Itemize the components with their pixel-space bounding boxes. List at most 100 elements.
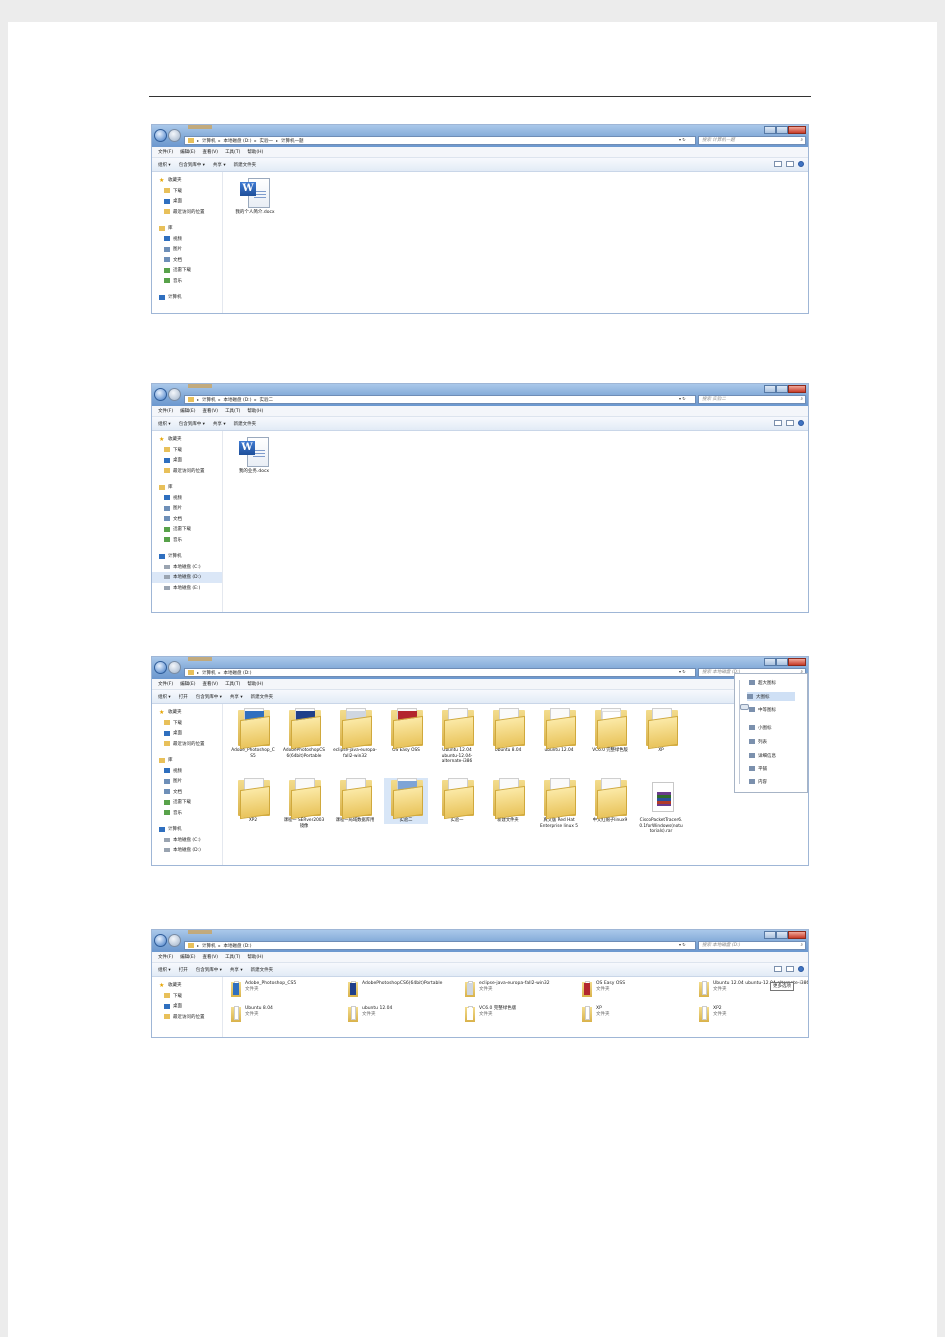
nav-item[interactable]: 文档 bbox=[152, 255, 222, 266]
view-menu-item[interactable]: 平铺 bbox=[749, 764, 767, 773]
minimize-button[interactable] bbox=[764, 931, 776, 939]
menu-item[interactable]: 工具(T) bbox=[225, 408, 240, 414]
view-menu-item[interactable]: 大图标 bbox=[747, 692, 795, 701]
toolbar-button[interactable]: 组织 ▾ bbox=[158, 967, 171, 973]
folder-item[interactable]: VC6.0 完整绿色版 bbox=[588, 708, 632, 754]
nav-item[interactable]: 视频 bbox=[152, 234, 222, 245]
toolbar-button[interactable]: 包含到库中 ▾ bbox=[179, 162, 205, 168]
nav-item[interactable]: 下载 bbox=[152, 186, 222, 197]
breadcrumb-item[interactable]: 计算机 bbox=[202, 397, 216, 403]
back-button[interactable] bbox=[154, 661, 167, 674]
close-button[interactable] bbox=[788, 385, 806, 393]
close-button[interactable] bbox=[788, 931, 806, 939]
slider-thumb[interactable] bbox=[740, 704, 749, 710]
maximize-button[interactable] bbox=[776, 126, 788, 134]
breadcrumb-item[interactable]: 计算机 bbox=[202, 670, 216, 676]
address-bar[interactable]: ▸ 计算机 ▸ 本地磁盘 (D:) ▸ 实验二 bbox=[184, 395, 696, 404]
nav-item[interactable]: 本地磁盘 (D:) bbox=[152, 845, 222, 856]
toolbar-button[interactable]: 共享 ▾ bbox=[213, 162, 226, 168]
nav-item[interactable]: 最近访问的位置 bbox=[152, 466, 222, 477]
nav-item[interactable]: ★ 收藏夹 bbox=[152, 175, 222, 186]
view-menu-item[interactable]: 超大图标 bbox=[749, 678, 776, 687]
nav-item[interactable]: 音乐 bbox=[152, 276, 222, 287]
breadcrumb-item[interactable]: 计算机 bbox=[202, 943, 216, 949]
nav-item[interactable]: 视频 bbox=[152, 493, 222, 504]
nav-item[interactable]: ★ 收藏夹 bbox=[152, 980, 222, 991]
nav-item[interactable]: 音乐 bbox=[152, 535, 222, 546]
folder-item[interactable]: 实验二 bbox=[384, 778, 428, 824]
view-menu-item[interactable]: 内容 bbox=[749, 777, 767, 786]
toolbar-button[interactable]: 新建文件夹 bbox=[251, 694, 274, 700]
preview-pane-icon[interactable] bbox=[786, 161, 794, 167]
refresh-icon[interactable]: ▾ ↻ bbox=[679, 396, 694, 403]
nav-item[interactable]: 图片 bbox=[152, 776, 222, 787]
toolbar-button[interactable]: 共享 ▾ bbox=[230, 967, 243, 973]
menu-item[interactable]: 文件(F) bbox=[158, 408, 173, 414]
breadcrumb-item[interactable]: 本地磁盘 (D:) bbox=[224, 943, 252, 949]
nav-item[interactable]: 迅雷下载 bbox=[152, 797, 222, 808]
folder-item[interactable]: 课程一 SERver2003镜像 bbox=[282, 778, 326, 829]
preview-pane-icon[interactable] bbox=[786, 966, 794, 972]
nav-item[interactable]: 下载 bbox=[152, 445, 222, 456]
nav-item[interactable]: ★ 收藏夹 bbox=[152, 707, 222, 718]
menu-item[interactable]: 编辑(E) bbox=[180, 681, 195, 687]
menu-item[interactable]: 工具(T) bbox=[225, 149, 240, 155]
back-button[interactable] bbox=[154, 388, 167, 401]
folder-item[interactable]: Adobe_Photoshop_CS5 bbox=[231, 708, 275, 759]
folder-item[interactable]: eclipse-java-europa-fall2-win32 bbox=[333, 708, 377, 759]
forward-button[interactable] bbox=[168, 388, 181, 401]
nav-item[interactable]: 库 bbox=[152, 482, 222, 493]
menu-item[interactable]: 帮助(H) bbox=[247, 149, 263, 155]
back-button[interactable] bbox=[154, 934, 167, 947]
nav-item[interactable]: ★ 收藏夹 bbox=[152, 434, 222, 445]
list-item[interactable]: VC6.0 完整绿色版 文件夹 bbox=[465, 1006, 581, 1024]
search-input[interactable]: 搜索 计算机一题 ⌕ bbox=[698, 136, 806, 145]
list-item[interactable]: Ubuntu 8.04 文件夹 bbox=[231, 1006, 347, 1024]
toolbar-button[interactable]: 组织 ▾ bbox=[158, 694, 171, 700]
nav-item[interactable]: 库 bbox=[152, 755, 222, 766]
menu-item[interactable]: 文件(F) bbox=[158, 954, 173, 960]
menu-item[interactable]: 查看(V) bbox=[202, 408, 218, 414]
folder-item[interactable]: OS Easy OSS bbox=[384, 708, 428, 754]
folder-item[interactable]: AdobePhotoshopCS6(64bit)Portable bbox=[282, 708, 326, 759]
breadcrumb-item[interactable]: 本地磁盘 (D:) bbox=[224, 138, 252, 144]
menu-item[interactable]: 查看(V) bbox=[202, 954, 218, 960]
toolbar-button[interactable]: 新建文件夹 bbox=[234, 421, 257, 427]
nav-item[interactable]: 桌面 bbox=[152, 728, 222, 739]
folder-item[interactable]: XP bbox=[639, 708, 683, 754]
toolbar-button[interactable]: 共享 ▾ bbox=[230, 694, 243, 700]
nav-item[interactable]: 音乐 bbox=[152, 808, 222, 819]
nav-item[interactable]: 桌面 bbox=[152, 455, 222, 466]
list-item[interactable]: XP2 文件夹 bbox=[699, 1006, 808, 1024]
file-item[interactable]: W 我的业务.docx bbox=[231, 435, 277, 475]
menu-item[interactable]: 帮助(H) bbox=[247, 408, 263, 414]
menu-item[interactable]: 帮助(H) bbox=[247, 681, 263, 687]
breadcrumb-item[interactable]: 计算机一题 bbox=[281, 138, 304, 144]
view-size-slider[interactable] bbox=[739, 680, 749, 784]
forward-button[interactable] bbox=[168, 934, 181, 947]
nav-item[interactable]: 文档 bbox=[152, 514, 222, 525]
nav-item[interactable]: 桌面 bbox=[152, 1001, 222, 1012]
list-item[interactable]: OS Easy OSS 文件夹 bbox=[582, 981, 698, 999]
address-bar[interactable]: ▸ 计算机 ▸ 本地磁盘 (D:) bbox=[184, 668, 696, 677]
change-view-icon[interactable] bbox=[774, 161, 782, 167]
back-button[interactable] bbox=[154, 129, 167, 142]
folder-item[interactable]: XP2 bbox=[231, 778, 275, 824]
nav-item[interactable]: 本地磁盘 (C:) bbox=[152, 562, 222, 573]
menu-item[interactable]: 文件(F) bbox=[158, 681, 173, 687]
forward-button[interactable] bbox=[168, 129, 181, 142]
minimize-button[interactable] bbox=[764, 126, 776, 134]
nav-item[interactable]: 最近访问的位置 bbox=[152, 1012, 222, 1023]
close-button[interactable] bbox=[788, 658, 806, 666]
list-item[interactable]: XP 文件夹 bbox=[582, 1006, 698, 1024]
help-icon[interactable] bbox=[798, 420, 804, 426]
breadcrumb-item[interactable]: 本地磁盘 (D:) bbox=[224, 670, 252, 676]
folder-item[interactable]: ubuntu 12.04 bbox=[537, 708, 581, 754]
search-input[interactable]: 搜索 实验二 ⌕ bbox=[698, 395, 806, 404]
folder-item[interactable]: 新建文件夹 bbox=[486, 778, 530, 824]
address-bar[interactable]: ▸ 计算机 ▸ 本地磁盘 (D:) ▸ 实验一 ▸ 计算机一题 bbox=[184, 136, 696, 145]
folder-item[interactable]: 中文红帽子linux9 bbox=[588, 778, 632, 824]
toolbar-button[interactable]: 新建文件夹 bbox=[234, 162, 257, 168]
minimize-button[interactable] bbox=[764, 658, 776, 666]
breadcrumb-item[interactable]: 实验二 bbox=[259, 397, 273, 403]
